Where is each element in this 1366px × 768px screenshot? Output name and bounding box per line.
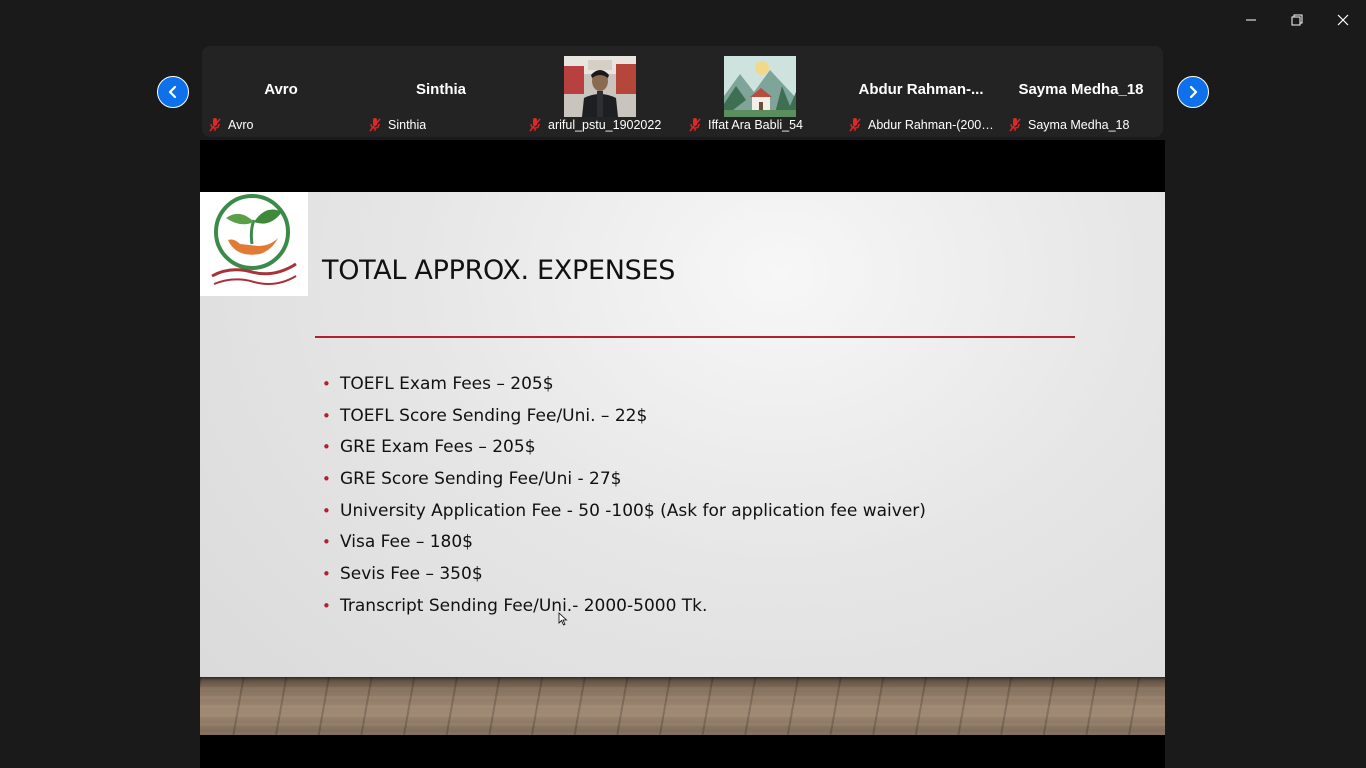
shared-screen[interactable]: TOTAL APPROX. EXPENSES • TOEFL Exam Fees … bbox=[200, 140, 1165, 768]
bullet-icon: • bbox=[322, 596, 331, 615]
expense-item: • GRE Exam Fees – 205$ bbox=[322, 433, 926, 465]
muted-mic-icon bbox=[689, 118, 701, 132]
close-button[interactable] bbox=[1320, 0, 1366, 40]
wood-floor-decoration bbox=[200, 677, 1165, 735]
participant-tile[interactable]: Avro Avro bbox=[202, 46, 360, 137]
sprout-hand-logo-icon bbox=[211, 194, 297, 285]
floor-shadow bbox=[200, 677, 1165, 682]
bullet-icon: • bbox=[322, 375, 331, 393]
participant-label: Sinthia bbox=[368, 116, 518, 134]
participant-label: Avro bbox=[208, 116, 358, 134]
restore-button[interactable] bbox=[1274, 0, 1320, 40]
participant-name-label: ariful_pstu_1902022 bbox=[548, 118, 662, 132]
participant-name-label: Abdur Rahman-(2002... bbox=[868, 118, 998, 132]
close-icon bbox=[1337, 14, 1349, 26]
expense-item: • Transcript Sending Fee/Uni.- 2000-5000 … bbox=[322, 592, 926, 624]
muted-mic-icon bbox=[529, 118, 541, 132]
chevron-right-icon bbox=[1189, 85, 1198, 99]
expense-item-text: Transcript Sending Fee/Uni.- 2000-5000 T… bbox=[340, 595, 708, 616]
window-controls bbox=[1228, 0, 1366, 40]
bullet-icon: • bbox=[322, 533, 331, 552]
expense-item-text: University Application Fee - 50 -100$ (A… bbox=[340, 500, 926, 521]
expense-item: • Sevis Fee – 350$ bbox=[322, 560, 926, 592]
expense-item-text: Sevis Fee – 350$ bbox=[340, 564, 483, 585]
expense-item-text: Visa Fee – 180$ bbox=[340, 532, 473, 553]
foundation-logo bbox=[200, 192, 308, 296]
participant-video bbox=[564, 56, 636, 117]
landscape-avatar-thumbnail bbox=[724, 56, 796, 117]
mouse-cursor-icon bbox=[558, 612, 568, 626]
expense-item: • University Application Fee - 50 -100$ (… bbox=[322, 497, 926, 529]
expense-list: • TOEFL Exam Fees – 205$ • TOEFL Score Sen… bbox=[322, 370, 926, 624]
muted-mic-icon bbox=[209, 118, 221, 132]
participant-video bbox=[724, 56, 796, 117]
presentation-slide: TOTAL APPROX. EXPENSES • TOEFL Exam Fees … bbox=[200, 192, 1165, 735]
expense-item: • TOEFL Exam Fees – 205$ bbox=[322, 370, 926, 402]
participant-tile[interactable]: Abdur Rahman-... Abdur Rahman-(2002... bbox=[842, 46, 1000, 137]
bullet-icon: • bbox=[322, 438, 331, 457]
participant-label: Abdur Rahman-(2002... bbox=[848, 116, 998, 134]
participant-name-label: Sinthia bbox=[388, 118, 427, 132]
minimize-button[interactable] bbox=[1228, 0, 1274, 40]
participant-name-label: Iffat Ara Babli_54 bbox=[708, 118, 803, 132]
bullet-icon: • bbox=[322, 470, 331, 489]
expense-item-text: GRE Score Sending Fee/Uni - 27$ bbox=[340, 469, 622, 490]
muted-mic-icon bbox=[369, 118, 381, 132]
person-video-thumbnail bbox=[564, 56, 636, 117]
expense-item-text: GRE Exam Fees – 205$ bbox=[340, 437, 536, 458]
expense-item: • TOEFL Score Sending Fee/Uni. – 22$ bbox=[322, 402, 926, 434]
expense-item: • Visa Fee – 180$ bbox=[322, 528, 926, 560]
participant-tile[interactable]: Sayma Medha_18 Sayma Medha_18 bbox=[1002, 46, 1160, 137]
participant-tile[interactable]: Iffat Ara Babli_54 bbox=[682, 46, 840, 137]
expense-item-text: TOEFL Score Sending Fee/Uni. – 22$ bbox=[340, 405, 648, 426]
muted-mic-icon bbox=[1009, 118, 1021, 132]
gallery-prev-button[interactable] bbox=[157, 76, 189, 108]
restore-icon bbox=[1291, 14, 1303, 26]
expense-item-text: TOEFL Exam Fees – 205$ bbox=[340, 374, 554, 394]
bullet-icon: • bbox=[322, 501, 331, 520]
participant-label: Iffat Ara Babli_54 bbox=[688, 116, 838, 134]
title-divider bbox=[315, 336, 1075, 338]
bullet-icon: • bbox=[322, 406, 331, 425]
participant-label: Sayma Medha_18 bbox=[1008, 116, 1158, 134]
chevron-left-icon bbox=[168, 85, 177, 99]
participant-name-label: Avro bbox=[228, 118, 254, 132]
participant-label: ariful_pstu_1902022 bbox=[528, 116, 678, 134]
gallery-next-button[interactable] bbox=[1177, 76, 1209, 108]
muted-mic-icon bbox=[849, 118, 861, 132]
participant-tile[interactable]: ariful_pstu_1902022 bbox=[522, 46, 680, 137]
participant-strip: Avro Avro Sinthia Sinthia ariful_pstu_19… bbox=[202, 46, 1163, 137]
bullet-icon: • bbox=[322, 565, 331, 584]
participant-tile[interactable]: Sinthia Sinthia bbox=[362, 46, 520, 137]
slide-title: TOTAL APPROX. EXPENSES bbox=[322, 255, 676, 286]
minimize-icon bbox=[1246, 19, 1256, 21]
participant-name-label: Sayma Medha_18 bbox=[1028, 118, 1130, 132]
expense-item: • GRE Score Sending Fee/Uni - 27$ bbox=[322, 465, 926, 497]
